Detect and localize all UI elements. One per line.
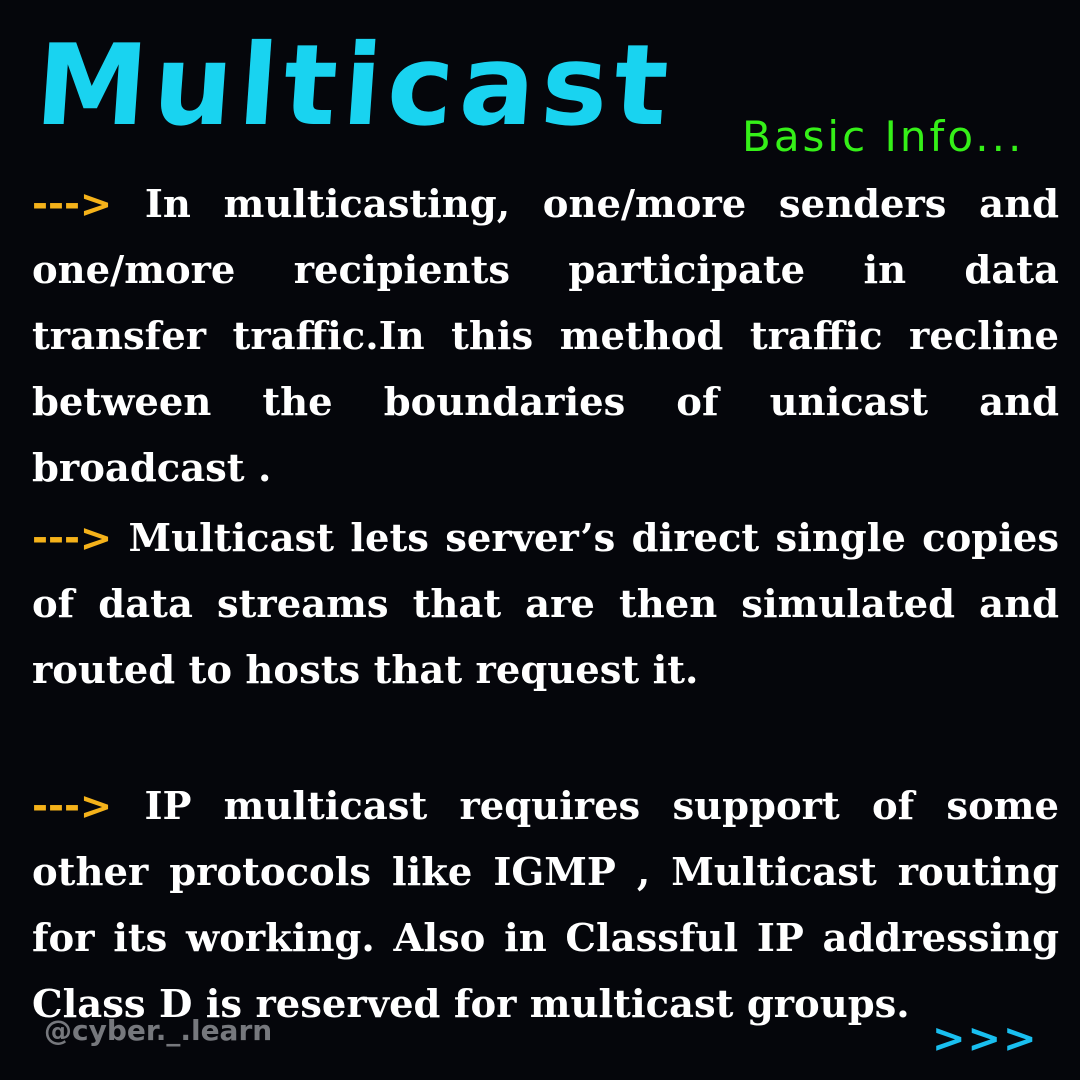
paragraph-1: ---> In multicasting, one/more senders a…	[32, 172, 1059, 502]
post-card: Multicast Basic Info... ---> In multicas…	[0, 0, 1080, 1080]
page-title: Multicast	[31, 21, 679, 151]
paragraph-3: ---> IP multicast requires support of so…	[32, 774, 1059, 1038]
watermark-handle: @cyber._.learn	[44, 1014, 273, 1047]
arrow-marker: --->	[32, 182, 113, 227]
paragraph-3-text: IP multicast requires support of some ot…	[32, 784, 1060, 1027]
paragraph-2-text: Multicast lets server’s direct single co…	[32, 516, 1059, 693]
next-slide-arrows[interactable]: >>>	[932, 1016, 1039, 1062]
page-subtitle: Basic Info...	[742, 112, 1025, 161]
paragraph-1-text: In multicasting, one/more senders and on…	[32, 182, 1059, 491]
paragraph-2: ---> Multicast lets server’s direct sing…	[32, 506, 1059, 704]
arrow-marker: --->	[32, 516, 113, 561]
arrow-marker: --->	[32, 784, 113, 829]
